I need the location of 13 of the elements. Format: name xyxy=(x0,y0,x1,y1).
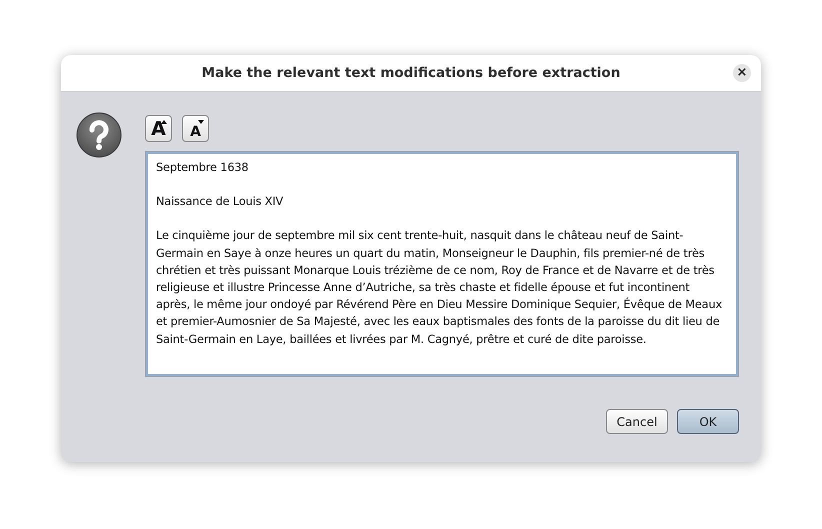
text-paragraph: Septembre 1638 xyxy=(156,160,250,176)
ok-button[interactable]: OK xyxy=(677,409,739,434)
text-paragraph: Le cinquième jour de septembre mil six cent trente-huit, nasquit dans le château neuf de Saint-Germain en Saye à onze heures un quart du matin, Monseigneur le Dauphin, fils premier-né de très chrétien et très puissant Monarque Louis trézième de ce nom, Roy de France et de Navarre et de très religieuse et illustre Princesse Anne d’Autriche, sa très chaste et fidelle épouse et fut incontinent après, le même jour ondoyé par Révérend Père en Dieu Messire Dominique Sequier, Évêque de Meaux et premier-Aumosnier de Sa Majesté, avec les eaux baptismales des fonts de la paroisse du dit lieu de Saint-Germain en Laye, baillées et livrées par M. Cagnyé, prêtre et curé de dite paroisse. xyxy=(156,228,722,348)
window-title: Make the relevant text modifications before extraction xyxy=(202,65,620,81)
up-triangle-icon xyxy=(161,120,167,124)
text-area[interactable] xyxy=(145,151,739,377)
decrease-font-button[interactable]: A xyxy=(182,115,209,142)
down-triangle-icon xyxy=(198,120,204,124)
help-icon xyxy=(76,112,122,158)
increase-font-button[interactable]: A xyxy=(145,115,172,142)
cancel-button[interactable]: Cancel xyxy=(606,409,668,434)
close-button[interactable]: × xyxy=(733,64,751,82)
text-paragraph: Naissance de Louis XIV xyxy=(156,194,284,210)
